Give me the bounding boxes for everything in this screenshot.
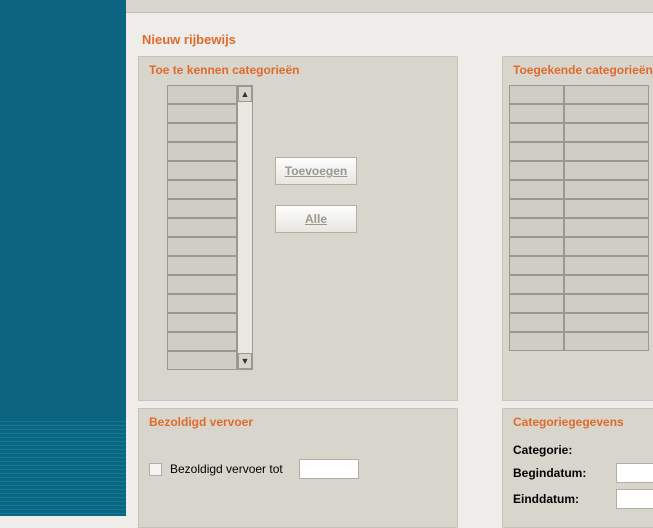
toetekennen-listbox[interactable]: ▲ ▼	[167, 85, 253, 370]
list-item[interactable]	[509, 142, 564, 161]
list-item[interactable]	[564, 237, 649, 256]
list-item[interactable]	[167, 275, 237, 294]
list-item[interactable]	[564, 218, 649, 237]
list-item[interactable]	[564, 104, 649, 123]
list-item[interactable]	[564, 294, 649, 313]
list-item[interactable]	[167, 85, 237, 104]
list-item[interactable]	[509, 161, 564, 180]
begindatum-label: Begindatum:	[513, 466, 608, 480]
list-item[interactable]	[509, 332, 564, 351]
list-item[interactable]	[167, 104, 237, 123]
bezoldigd-tot-input[interactable]	[299, 459, 359, 479]
einddatum-input[interactable]	[616, 489, 653, 509]
list-item[interactable]	[167, 161, 237, 180]
scroll-down-icon[interactable]: ▼	[238, 353, 252, 369]
list-item[interactable]	[564, 313, 649, 332]
list-item[interactable]	[509, 313, 564, 332]
categorie-label: Categorie:	[513, 443, 608, 457]
list-item[interactable]	[167, 294, 237, 313]
list-item[interactable]	[167, 351, 237, 370]
scrollbar[interactable]: ▲ ▼	[237, 85, 253, 370]
bezoldigd-checkbox[interactable]	[149, 463, 162, 476]
list-item[interactable]	[167, 332, 237, 351]
begindatum-input[interactable]	[616, 463, 653, 483]
list-item[interactable]	[167, 313, 237, 332]
panel-toetekennen: Toe te kennen categorieën	[138, 56, 458, 401]
scroll-track[interactable]	[238, 102, 252, 353]
list-item[interactable]	[509, 180, 564, 199]
list-item[interactable]	[564, 256, 649, 275]
list-item[interactable]	[167, 199, 237, 218]
sidebar-decoration	[0, 421, 126, 516]
list-item[interactable]	[564, 199, 649, 218]
einddatum-label: Einddatum:	[513, 492, 608, 506]
list-item[interactable]	[564, 142, 649, 161]
panel-toegekend: Toegekende categorieën	[502, 56, 653, 401]
page-title: Nieuw rijbewijs	[142, 32, 653, 47]
list-item[interactable]	[509, 199, 564, 218]
scroll-up-icon[interactable]: ▲	[238, 86, 252, 102]
panel-categoriegegevens: Categoriegegevens Categorie: Begindatum:…	[502, 408, 653, 528]
alle-button[interactable]: Alle	[275, 205, 357, 233]
panel-catgeg-title: Categoriegegevens	[503, 409, 653, 433]
list-item[interactable]	[564, 275, 649, 294]
panel-toegekend-title: Toegekende categorieën	[503, 57, 653, 81]
panel-toetekennen-title: Toe te kennen categorieën	[139, 57, 457, 81]
top-bar	[126, 0, 653, 13]
list-item[interactable]	[509, 237, 564, 256]
list-item[interactable]	[509, 85, 564, 104]
toegekend-listbox[interactable]	[509, 85, 649, 351]
list-item[interactable]	[564, 332, 649, 351]
list-item[interactable]	[564, 161, 649, 180]
content-area: Nieuw rijbewijs Toe te kennen categorieë…	[132, 18, 653, 516]
panel-bezoldigd-title: Bezoldigd vervoer	[139, 409, 457, 433]
panel-bezoldigd: Bezoldigd vervoer Bezoldigd vervoer tot	[138, 408, 458, 528]
list-item[interactable]	[167, 218, 237, 237]
list-item[interactable]	[167, 123, 237, 142]
list-item[interactable]	[509, 104, 564, 123]
list-item[interactable]	[509, 256, 564, 275]
toevoegen-button[interactable]: Toevoegen	[275, 157, 357, 185]
list-item[interactable]	[167, 256, 237, 275]
list-item[interactable]	[167, 180, 237, 199]
list-item[interactable]	[509, 123, 564, 142]
list-item[interactable]	[509, 275, 564, 294]
list-item[interactable]	[509, 218, 564, 237]
bezoldigd-checkbox-label: Bezoldigd vervoer tot	[170, 462, 283, 476]
list-item[interactable]	[564, 180, 649, 199]
list-item[interactable]	[509, 294, 564, 313]
sidebar	[0, 0, 126, 516]
list-item[interactable]	[167, 142, 237, 161]
list-item[interactable]	[167, 237, 237, 256]
list-item[interactable]	[564, 85, 649, 104]
list-item[interactable]	[564, 123, 649, 142]
